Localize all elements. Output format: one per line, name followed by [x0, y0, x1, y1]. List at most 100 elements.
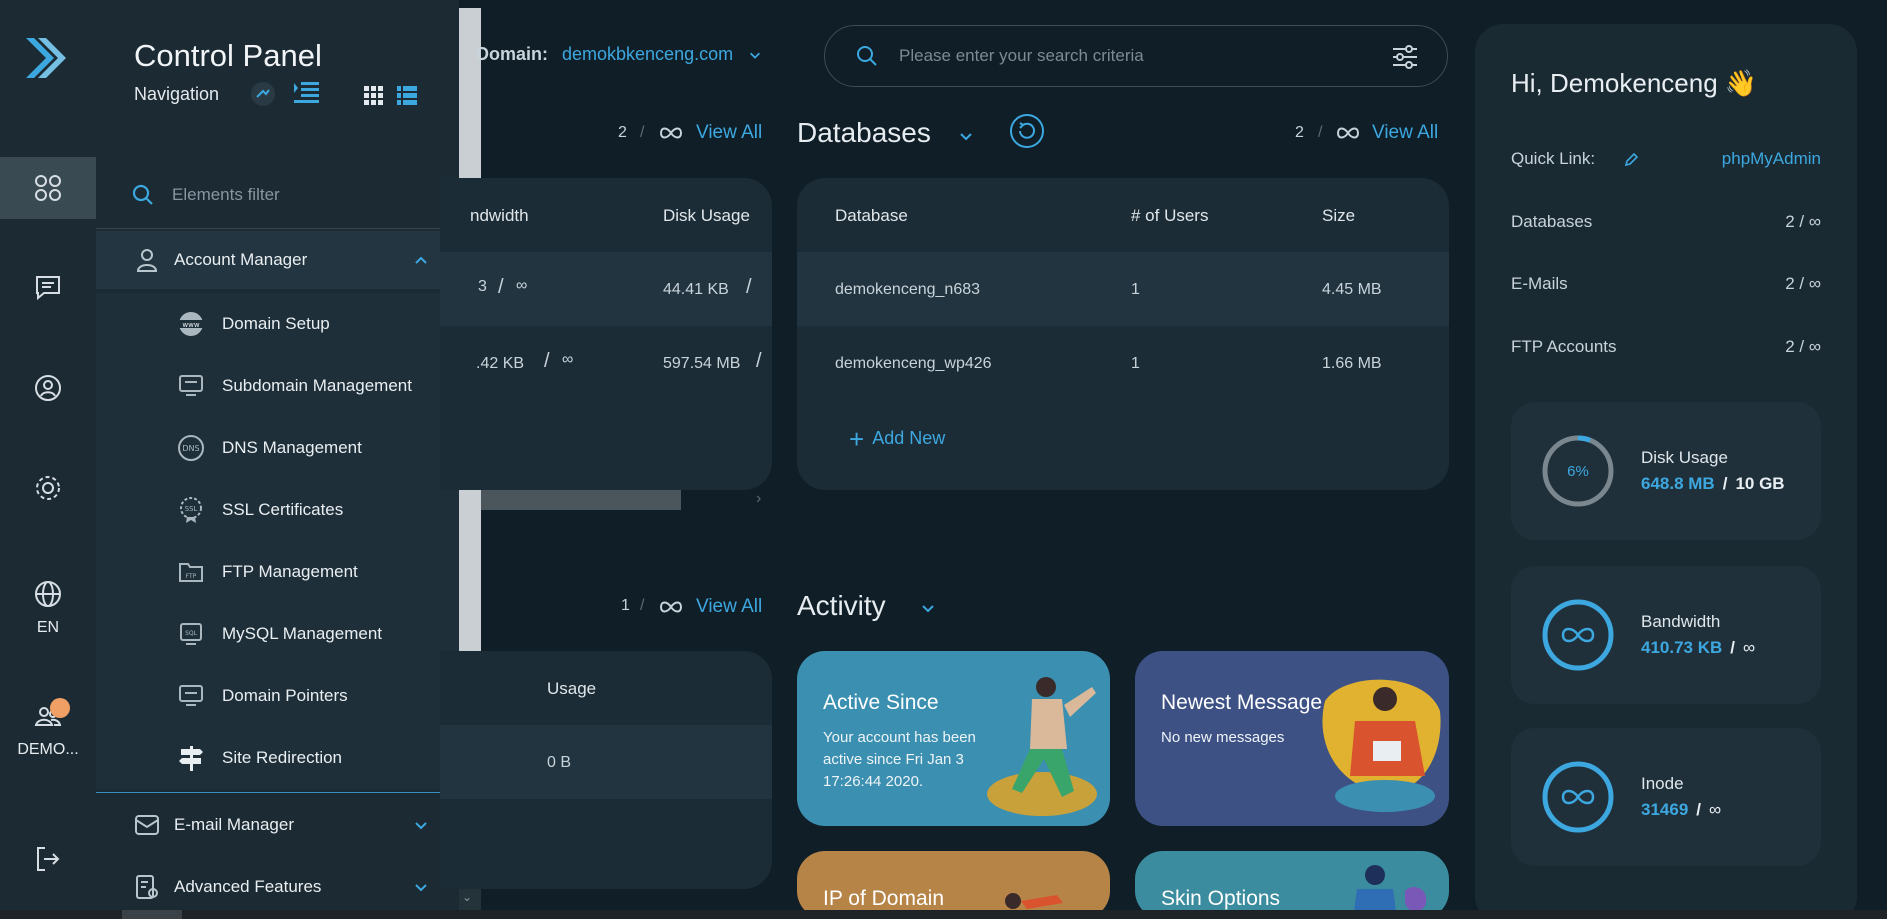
stat-separator: /: [1696, 800, 1702, 819]
rail-user[interactable]: DEMO...: [0, 690, 96, 770]
quick-link-phpmyadmin[interactable]: phpMyAdmin: [1722, 149, 1821, 169]
tile-title: Newest Message: [1161, 691, 1323, 714]
elements-filter[interactable]: Elements filter: [132, 184, 280, 206]
infinity-icon: [1561, 789, 1595, 805]
disk-usage-label: Disk Usage: [1641, 448, 1728, 467]
cell-db-name: demokenceng_n683: [835, 281, 981, 298]
filter-sliders-icon[interactable]: [1391, 44, 1419, 70]
nav-item-domain-pointers[interactable]: Domain Pointers: [96, 665, 459, 727]
rail-messages[interactable]: [0, 256, 96, 318]
add-new-button[interactable]: + Add New: [849, 426, 945, 452]
usage-card: ndwidth Disk Usage 3 / ∞ 44.41 KB / .42 …: [440, 178, 772, 490]
count-separator: /: [1318, 124, 1323, 141]
section-advanced-features[interactable]: Advanced Features: [96, 858, 459, 916]
cell-db-name: demokenceng_wp426: [835, 355, 992, 372]
bandwidth-stat: Bandwidth 410.73 KB / ∞: [1511, 566, 1821, 704]
domain-selector[interactable]: Domain: demokbkenceng.com: [476, 44, 762, 65]
nav-item-label: Domain Setup: [222, 314, 330, 333]
grid-view-icon[interactable]: [364, 86, 384, 106]
tile-skin-options[interactable]: Skin Options: [1135, 851, 1449, 919]
nav-item-ftp-management[interactable]: FTP FTP Management: [96, 541, 459, 603]
rail-account[interactable]: [0, 357, 96, 419]
horizontal-scrollbar-thumb[interactable]: [481, 490, 681, 510]
bandwidth-max: ∞: [1743, 638, 1756, 657]
nav-item-label: Site Redirection: [222, 748, 343, 767]
user-circle-icon: [35, 375, 61, 401]
tile-description: Your account has been active since Fri J…: [823, 729, 976, 790]
nav-item-mysql-management[interactable]: SQL MySQL Management: [96, 603, 459, 665]
page-scrollbar-thumb[interactable]: [122, 910, 182, 919]
cell-separator: /: [746, 276, 752, 298]
rail-dashboard[interactable]: [0, 157, 96, 219]
panel-title: Control Panel: [134, 38, 322, 73]
tile-title: Active Since: [823, 691, 939, 714]
search-icon: [132, 184, 153, 205]
disk-used: 648.8 MB: [1641, 474, 1715, 493]
horizontal-page-scrollbar[interactable]: [0, 910, 1887, 919]
search-input[interactable]: Please enter your search criteria: [824, 25, 1448, 87]
tile-active-since[interactable]: Active Since Your account has been activ…: [797, 651, 1110, 826]
table-row: 3 / ∞ 44.41 KB /: [440, 252, 772, 326]
tile-newest-message[interactable]: Newest Message No new messages: [1135, 651, 1449, 826]
section-account-manager[interactable]: Account Manager: [96, 231, 459, 289]
nav-item-subdomain-management[interactable]: Subdomain Management: [96, 355, 459, 417]
disk-usage-value: 648.8 MB / 10 GB: [1641, 474, 1785, 494]
chevron-down-icon[interactable]: [958, 128, 974, 144]
stat-separator: /: [1722, 474, 1728, 493]
language-label: EN: [36, 619, 60, 636]
table-row[interactable]: demokenceng_wp426 1 1.66 MB: [797, 326, 1449, 400]
advanced-features-icon: [136, 875, 158, 899]
domain-label: Domain:: [476, 44, 548, 64]
inode-label: Inode: [1641, 774, 1684, 793]
domain-pointer-icon: [179, 685, 203, 706]
chevron-down-icon[interactable]: [920, 600, 936, 616]
edit-pencil-icon[interactable]: [1623, 152, 1639, 168]
cell-usage: 0 B: [547, 754, 572, 771]
view-all-link[interactable]: View All: [1372, 122, 1438, 144]
col-size: Size: [1322, 206, 1356, 225]
item-count: 1: [621, 597, 630, 614]
table-row[interactable]: demokenceng_n683 1 4.45 MB: [797, 252, 1449, 326]
nav-item-ssl-certificates[interactable]: SSL SSL Certificates: [96, 479, 459, 541]
nav-item-label: Domain Pointers: [222, 686, 348, 705]
list-indent-icon[interactable]: [292, 80, 320, 106]
cell-db-size: 1.66 MB: [1322, 355, 1382, 372]
inode-used: 31469: [1641, 800, 1689, 819]
section-label: E-mail Manager: [174, 815, 294, 834]
infinity-icon: [659, 601, 683, 613]
refresh-icon[interactable]: [1009, 113, 1045, 149]
domain-value: demokbkenceng.com: [562, 44, 734, 64]
list-view-icon[interactable]: [397, 86, 417, 106]
count-separator: /: [640, 124, 645, 141]
rail-logout[interactable]: [0, 828, 96, 890]
inode-max: ∞: [1709, 800, 1722, 819]
view-all-link[interactable]: View All: [696, 596, 762, 618]
infinity-icon: [1561, 627, 1595, 643]
section-label: Account Manager: [174, 250, 308, 269]
activity-heading: Activity: [797, 590, 886, 621]
app-logo-icon[interactable]: [22, 34, 70, 82]
account-summary-panel: Hi, Demokenceng 👋 Quick Link: phpMyAdmin…: [1475, 24, 1857, 919]
col-disk-usage: Disk Usage: [663, 206, 750, 225]
nav-item-site-redirection[interactable]: Site Redirection: [96, 727, 459, 789]
section-email-manager[interactable]: E-mail Manager: [96, 796, 459, 854]
rail-language[interactable]: EN: [0, 568, 96, 648]
chevron-right-icon[interactable]: ›: [756, 490, 761, 508]
disk-usage-stat: 6% Disk Usage 648.8 MB / 10 GB: [1511, 402, 1821, 540]
cell-bandwidth: 3: [478, 278, 487, 295]
chevron-up-icon: [415, 256, 427, 264]
nav-item-domain-setup[interactable]: www Domain Setup: [96, 293, 459, 355]
view-all-link[interactable]: View All: [696, 122, 762, 144]
navigation-label: Navigation: [134, 84, 220, 104]
ftp-accounts-value: 2 / ∞: [1785, 337, 1821, 356]
rail-settings[interactable]: [0, 457, 96, 519]
scroll-down-arrow-icon[interactable]: ⌄: [462, 890, 472, 904]
col-users: # of Users: [1131, 206, 1209, 225]
col-bandwidth: ndwidth: [470, 206, 529, 225]
pin-icon[interactable]: [250, 82, 276, 106]
stat-separator: /: [1730, 638, 1736, 657]
tile-ip-of-domain[interactable]: IP of Domain: [797, 851, 1110, 919]
chevron-down-icon: [750, 52, 761, 60]
tile-description: No new messages: [1161, 729, 1285, 746]
nav-item-dns-management[interactable]: DNS DNS Management: [96, 417, 459, 479]
